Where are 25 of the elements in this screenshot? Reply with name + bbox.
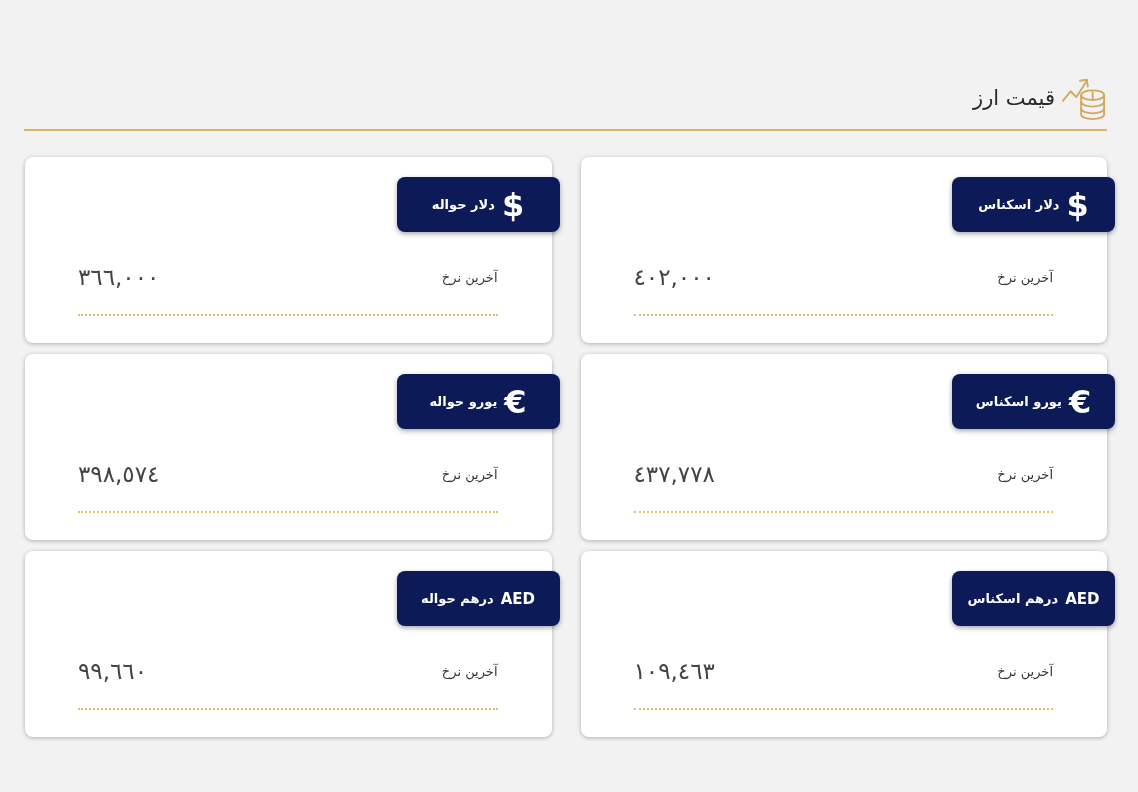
currency-symbol: AED [500, 589, 535, 608]
rate-value: ٤٠٢,٠٠٠ [633, 264, 715, 290]
currency-symbol: $ [1066, 188, 1089, 221]
rate-label: آخرین نرخ [997, 663, 1053, 679]
rate-value: ٤٣٧,٧٧٨ [633, 461, 715, 487]
rate-value: ٣٩٨,٥٧٤ [78, 461, 160, 487]
currency-name: درهم حواله [421, 591, 494, 606]
rate-label: آخرین نرخ [997, 269, 1053, 285]
currency-name: یورو حواله [429, 394, 498, 409]
currency-name: یورو اسکناس [975, 394, 1062, 409]
currency-name: درهم اسکناس [967, 591, 1059, 606]
currency-name: دلار اسکناس [978, 197, 1060, 212]
currency-symbol: $ [501, 188, 525, 221]
page-title: قیمت ارز [973, 86, 1055, 110]
rate-value: ٩٩,٦٦٠ [78, 658, 148, 684]
rate-label: آخرین نرخ [441, 269, 498, 285]
rate-label: آخرین نرخ [441, 663, 498, 679]
currency-symbol: AED [1065, 589, 1100, 608]
currency-symbol: € [1068, 385, 1092, 418]
currency-symbol: € [504, 385, 527, 418]
rate-label: آخرین نرخ [997, 466, 1053, 482]
currency-name: دلار حواله [431, 197, 495, 212]
rate-label: آخرین نرخ [441, 466, 498, 482]
rate-value: ١٠٩,٤٦٣ [633, 658, 715, 684]
rate-value: ٣٦٦,٠٠٠ [78, 264, 160, 290]
